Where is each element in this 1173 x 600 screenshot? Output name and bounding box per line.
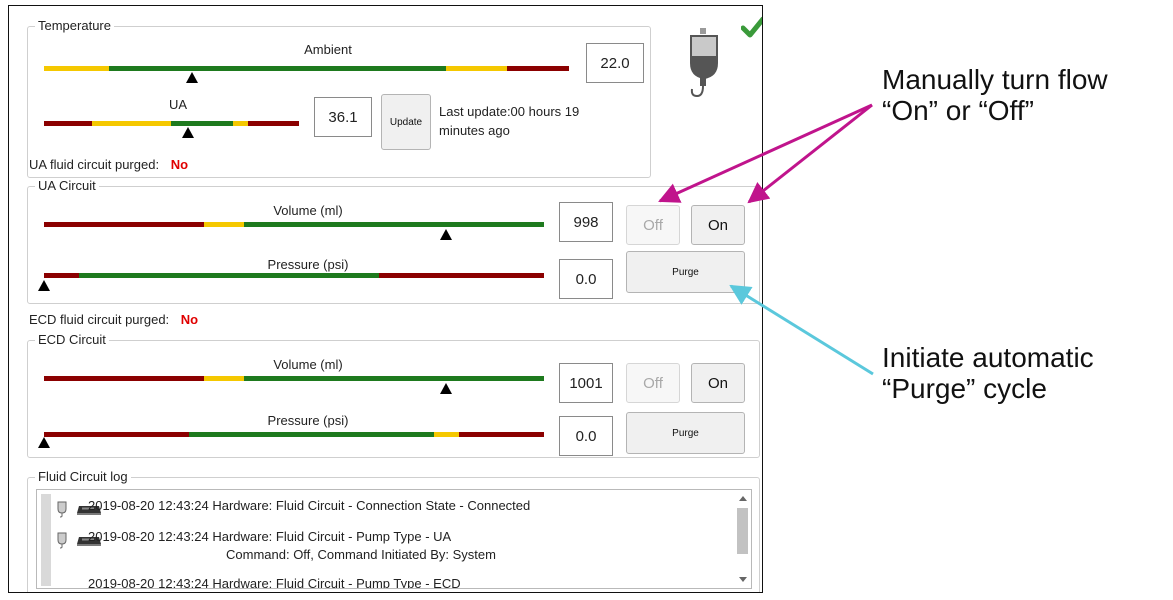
flow-annotation-line2: “On” or “Off” bbox=[882, 95, 1034, 126]
purge-annotation: Initiate automatic “Purge” cycle bbox=[882, 342, 1094, 404]
flow-annotation: Manually turn flow “On” or “Off” bbox=[882, 64, 1108, 126]
purge-arrow bbox=[729, 284, 874, 376]
flow-annotation-line1: Manually turn flow bbox=[882, 64, 1108, 95]
purge-annotation-line1: Initiate automatic bbox=[882, 342, 1094, 373]
purge-annotation-line2: “Purge” cycle bbox=[882, 373, 1047, 404]
flow-arrow-off bbox=[658, 103, 873, 203]
